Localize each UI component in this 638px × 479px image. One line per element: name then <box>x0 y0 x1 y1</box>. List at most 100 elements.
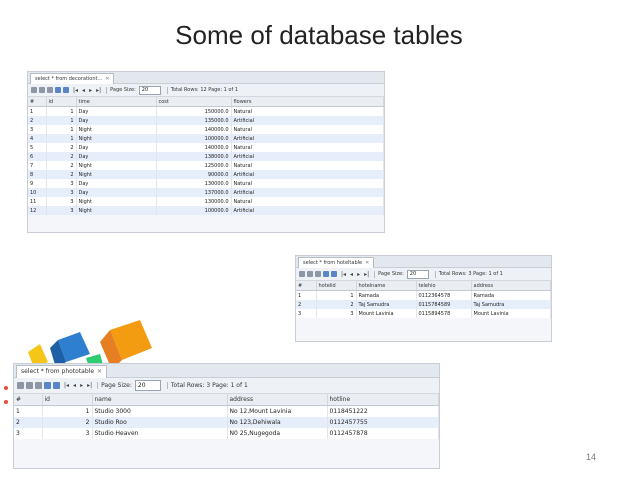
table-cell[interactable]: 9 <box>28 179 47 188</box>
table-cell[interactable]: 2 <box>42 417 93 428</box>
save-icon[interactable] <box>44 382 51 389</box>
table-cell[interactable]: 0112457878 <box>327 428 439 439</box>
table-cell[interactable]: 125000.0 <box>156 161 232 170</box>
column-header[interactable]: # <box>14 394 43 406</box>
table-cell[interactable]: 4 <box>28 134 47 143</box>
query-tab-hotel[interactable]: select * from hoteltable ✕ <box>298 257 375 268</box>
close-icon[interactable]: ✕ <box>97 368 102 375</box>
table-cell[interactable]: 2 <box>46 143 77 152</box>
table-cell[interactable]: Night <box>76 197 157 206</box>
column-header[interactable]: name <box>92 394 228 406</box>
table-cell[interactable]: 1 <box>316 290 357 300</box>
last-page-icon[interactable]: ▸| <box>364 271 369 278</box>
table-cell[interactable]: N0 25,Nugegoda <box>227 428 328 439</box>
table-cell[interactable]: Natural <box>231 179 384 188</box>
table-row[interactable]: 9 3 Day 130000.0 Natural <box>28 179 384 188</box>
table-row[interactable]: 10 3 Day 137000.0 Artificial <box>28 188 384 197</box>
table-cell[interactable]: 2 <box>46 152 77 161</box>
prev-page-icon[interactable]: ◂ <box>73 382 76 389</box>
query-tab-decoration[interactable]: select * from decorationt... ✕ <box>30 73 115 84</box>
table-cell[interactable]: 3 <box>28 125 47 134</box>
table-cell[interactable]: 3 <box>46 197 77 206</box>
table-cell[interactable]: Natural <box>231 161 384 170</box>
table-cell[interactable]: Mount Lavinia <box>356 309 417 318</box>
table-cell[interactable]: Natural <box>231 125 384 134</box>
table-cell[interactable]: 6 <box>28 152 47 161</box>
table-cell[interactable]: 10 <box>28 188 47 197</box>
table-cell[interactable]: Night <box>76 134 157 143</box>
column-header[interactable]: id <box>46 97 77 107</box>
prev-page-icon[interactable]: ◂ <box>350 271 353 278</box>
table-row[interactable]: 2 2 Taj Samudra 0115784589 Taj Samudra <box>296 300 551 309</box>
table-cell[interactable]: 1 <box>42 405 93 417</box>
column-header[interactable]: address <box>227 394 328 406</box>
table-cell[interactable]: 2 <box>316 300 357 309</box>
table-cell[interactable]: Day <box>76 188 157 197</box>
table-row[interactable]: 7 2 Night 125000.0 Natural <box>28 161 384 170</box>
table-cell[interactable]: 3 <box>46 188 77 197</box>
grid-icon[interactable] <box>31 87 37 93</box>
table-cell[interactable]: 0118451222 <box>327 405 439 417</box>
next-page-icon[interactable]: ▸ <box>89 87 92 94</box>
column-header[interactable]: # <box>28 97 47 107</box>
table-cell[interactable]: Day <box>76 106 157 116</box>
table-cell[interactable]: Night <box>76 125 157 134</box>
prev-page-icon[interactable]: ◂ <box>82 87 85 94</box>
table-cell[interactable]: 100000.0 <box>156 206 232 215</box>
table-cell[interactable]: Studio Roo <box>92 417 228 428</box>
table-cell[interactable]: Artificial <box>231 170 384 179</box>
table-cell[interactable]: Studio Heaven <box>92 428 228 439</box>
table-cell[interactable]: 3 <box>316 309 357 318</box>
delete-row-icon[interactable] <box>315 271 321 277</box>
table-cell[interactable]: Natural <box>231 143 384 152</box>
table-row[interactable]: 1 1 Day 150000.0 Natural <box>28 106 384 116</box>
column-header[interactable]: # <box>296 281 317 291</box>
table-cell[interactable]: Mount Lavinia <box>471 309 551 318</box>
column-header[interactable]: telehio <box>416 281 472 291</box>
table-cell[interactable]: 140000.0 <box>156 143 232 152</box>
column-header[interactable]: hotline <box>327 394 439 406</box>
table-cell[interactable]: 1 <box>46 116 77 125</box>
table-cell[interactable]: 1 <box>28 106 47 116</box>
table-cell[interactable]: Night <box>76 206 157 215</box>
first-page-icon[interactable]: |◂ <box>341 271 346 278</box>
column-header[interactable]: id <box>42 394 93 406</box>
table-cell[interactable]: 11 <box>28 197 47 206</box>
table-cell[interactable]: 0112457755 <box>327 417 439 428</box>
table-cell[interactable]: Ramada <box>356 290 417 300</box>
table-cell[interactable]: Night <box>76 170 157 179</box>
delete-row-icon[interactable] <box>47 87 53 93</box>
table-row[interactable]: 1 1 Ramada 0112364578 Ramada <box>296 290 551 300</box>
table-cell[interactable]: 2 <box>46 170 77 179</box>
table-row[interactable]: 3 3 Studio Heaven N0 25,Nugegoda 0112457878 <box>14 428 439 439</box>
table-row[interactable]: 8 2 Night 90000.0 Artificial <box>28 170 384 179</box>
table-cell[interactable]: 3 <box>42 428 93 439</box>
refresh-icon[interactable] <box>63 87 69 93</box>
table-cell[interactable]: 7 <box>28 161 47 170</box>
table-cell[interactable]: Taj Samudra <box>471 300 551 309</box>
column-header[interactable]: cost <box>156 97 232 107</box>
table-row[interactable]: 12 3 Night 100000.0 Artificial <box>28 206 384 215</box>
next-page-icon[interactable]: ▸ <box>80 382 83 389</box>
table-cell[interactable]: Natural <box>231 106 384 116</box>
table-cell[interactable]: Day <box>76 152 157 161</box>
last-page-icon[interactable]: ▸| <box>96 87 101 94</box>
table-cell[interactable]: 0112364578 <box>416 290 472 300</box>
table-row[interactable]: 1 1 Studio 3000 No 12,Mount Lavinia 01184512… <box>14 405 439 417</box>
table-cell[interactable]: Artificial <box>231 188 384 197</box>
table-cell[interactable]: Night <box>76 161 157 170</box>
table-row[interactable]: 3 3 Mount Lavinia 0115894578 Mount Lavinia <box>296 309 551 318</box>
refresh-icon[interactable] <box>331 271 337 277</box>
table-cell[interactable]: Natural <box>231 197 384 206</box>
save-icon[interactable] <box>55 87 61 93</box>
table-cell[interactable]: No 12,Mount Lavinia <box>227 405 328 417</box>
table-cell[interactable]: Day <box>76 143 157 152</box>
table-cell[interactable]: 2 <box>46 161 77 170</box>
table-cell[interactable]: 8 <box>28 170 47 179</box>
table-cell[interactable]: 0115784589 <box>416 300 472 309</box>
table-cell[interactable]: 100000.0 <box>156 134 232 143</box>
table-row[interactable]: 2 2 Studio Roo No 123,Dehiwala 0112457755 <box>14 417 439 428</box>
refresh-icon[interactable] <box>53 382 60 389</box>
close-icon[interactable]: ✕ <box>105 76 109 82</box>
table-cell[interactable]: Day <box>76 116 157 125</box>
